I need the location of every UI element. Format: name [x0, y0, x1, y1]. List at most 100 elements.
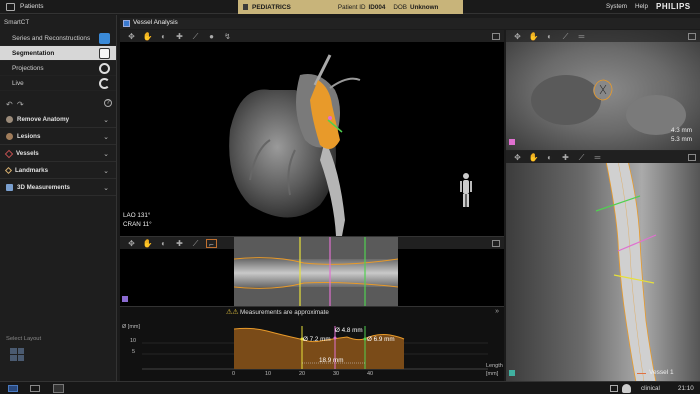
top-bar: Patients PEDIATRICS Patient ID ID004 DOB… [0, 0, 700, 14]
orientation-lao: LAO 131° [123, 212, 151, 219]
hand-icon[interactable]: ✋ [528, 153, 539, 162]
window-level-icon[interactable]: ◐ [544, 153, 555, 162]
pan-icon[interactable]: ✥ [126, 239, 137, 248]
x-tick-40: 40 [367, 371, 374, 377]
x-tick-0: 0 [232, 371, 236, 377]
pan-icon[interactable]: ✥ [512, 153, 523, 162]
accordion-lesions[interactable]: Lesions ⌄ [0, 129, 116, 145]
accordion-landmarks[interactable]: Landmarks ⌄ [0, 163, 116, 179]
measure-diameter-2: Ø 4.8 mm [335, 327, 363, 334]
chevron-down-icon[interactable]: ⌄ [103, 116, 109, 124]
window-level-icon[interactable]: ◐ [544, 32, 555, 41]
measure-length: 18.9 mm [319, 357, 344, 364]
longitudinal-view[interactable]: ✥ ✋ ◐ ✚ ⟋ ═ Vessel 1 [506, 150, 700, 381]
collapse-chevron-icon[interactable]: » [495, 308, 499, 315]
x-tick-30: 30 [333, 371, 340, 377]
dob-value: Unknown [410, 3, 439, 11]
longitudinal-toolbar: ✥ ✋ ◐ ✚ ⟋ ═ [506, 151, 700, 163]
window-icon [123, 20, 130, 27]
screen-capture-icon[interactable] [8, 385, 18, 392]
vessel-legend-label: Vessel 1 [649, 369, 674, 376]
crosshair-icon[interactable]: ✚ [174, 239, 185, 248]
nav-series-reconstructions[interactable]: Series and Reconstructions [0, 31, 116, 46]
accordion-vessels[interactable]: Vessels ⌄ [0, 146, 116, 162]
lock-icon [243, 4, 248, 10]
crosshair-icon[interactable]: ✚ [560, 153, 571, 162]
accordion-label: Vessels [16, 150, 39, 157]
undo-icon[interactable]: ↶ [6, 100, 13, 109]
ruler-icon[interactable]: ═ [592, 153, 603, 162]
y-tick-5: 5 [132, 349, 136, 355]
accordion-label: 3D Measurements [17, 184, 70, 191]
heart-volume-render [229, 54, 361, 236]
hand-icon[interactable]: ✋ [142, 239, 153, 248]
ruler-icon[interactable]: ═ [576, 32, 587, 41]
dob-label: DOB [393, 3, 408, 11]
landmarks-icon [4, 166, 13, 175]
hand-icon[interactable]: ✋ [528, 32, 539, 41]
accordion-label: Lesions [17, 133, 41, 140]
chevron-down-icon[interactable]: ⌄ [103, 133, 109, 141]
nav-label: Live [12, 80, 24, 87]
cube-white-icon [99, 48, 110, 59]
accordion-label: Remove Anatomy [17, 116, 70, 123]
measure-icon[interactable]: ⟋ [576, 153, 587, 162]
overlay-color-swatch [509, 139, 515, 145]
left-sidebar: SmartCT Series and Reconstructions Segme… [0, 15, 117, 381]
chevron-down-icon[interactable]: ⌄ [103, 150, 109, 158]
orientation-figure [460, 173, 472, 207]
settings-icon[interactable] [53, 384, 64, 393]
y-axis-label: Ø [mm] [122, 324, 141, 330]
patient-id-label: Patient ID [337, 3, 366, 11]
rotate-icon [99, 63, 110, 74]
diameter-chart [142, 326, 488, 370]
pan-icon[interactable]: ✥ [512, 32, 523, 41]
help-menu[interactable]: Help [635, 3, 648, 10]
accordion-remove-anatomy[interactable]: Remove Anatomy ⌄ [0, 112, 116, 128]
vessel-legend-line [637, 373, 646, 374]
nav-live[interactable]: Live [0, 76, 116, 91]
redo-icon[interactable]: ↷ [17, 100, 24, 109]
status-bar: clinical 21:10 [0, 381, 700, 394]
cross-section-view[interactable]: ✥ ✋ ◐ ⟋ ═ 4.3 mm 5.3 mm [506, 30, 700, 150]
patients-label[interactable]: Patients [20, 3, 44, 10]
maximize-icon[interactable] [688, 154, 696, 161]
nav-label: Segmentation [12, 50, 55, 57]
nav-segmentation[interactable]: Segmentation [0, 46, 116, 61]
system-menu[interactable]: System [606, 3, 627, 10]
layout-grid-button[interactable] [10, 348, 24, 361]
edit-icon[interactable]: ⌐ [206, 238, 217, 249]
measure-icon[interactable]: ⟋ [560, 32, 571, 41]
lesions-icon [6, 133, 13, 140]
maximize-icon[interactable] [492, 240, 500, 247]
maximize-icon[interactable] [688, 33, 696, 40]
select-layout-label: Select Layout [6, 336, 42, 342]
stretched-view[interactable]: ✥ ✋ ◐ ✚ ⟋ ⌐ [120, 236, 504, 306]
chevron-down-icon[interactable]: ⌄ [103, 167, 109, 175]
measure-icon[interactable]: ⟋ [190, 239, 201, 248]
patients-icon[interactable] [6, 3, 15, 11]
nav-label: Series and Reconstructions [12, 35, 91, 42]
patient-info-banner: PEDIATRICS Patient ID ID004 DOB Unknown [238, 0, 463, 14]
vessel-analysis-header: Vessel Analysis [120, 18, 700, 29]
nav-projections[interactable]: Projections [0, 61, 116, 76]
help-icon[interactable]: ? [104, 99, 112, 107]
x-tick-10: 10 [265, 371, 272, 377]
window-level-icon[interactable]: ◐ [158, 239, 169, 248]
nav-label: Projections [12, 65, 44, 72]
patient-id: ID004 [368, 3, 386, 11]
window-title: Vessel Analysis [133, 19, 178, 26]
warning-text: Measurements are approximate [240, 309, 329, 316]
refresh-icon [99, 78, 110, 89]
view-3d[interactable]: ✥ ✋ ◐ ✚ ⟋ ● ↯ LAO 131° CRAN 11° [120, 30, 504, 236]
measure-diameter-1: Ø 7.2 mm [303, 336, 331, 343]
longitudinal-image [506, 151, 700, 381]
cube-blue-icon [99, 33, 110, 44]
chevron-down-icon[interactable]: ⌄ [103, 184, 109, 192]
overlay-color-swatch [509, 370, 515, 376]
philips-logo: PHILIPS [656, 2, 691, 11]
accordion-3d-measurements[interactable]: 3D Measurements ⌄ [0, 180, 116, 196]
export-icon[interactable] [30, 385, 40, 392]
diameter-graph-panel: ⚠⚠ Measurements are approximate » Ø [mm]… [120, 306, 504, 381]
cross-section-toolbar: ✥ ✋ ◐ ⟋ ═ [506, 30, 700, 42]
